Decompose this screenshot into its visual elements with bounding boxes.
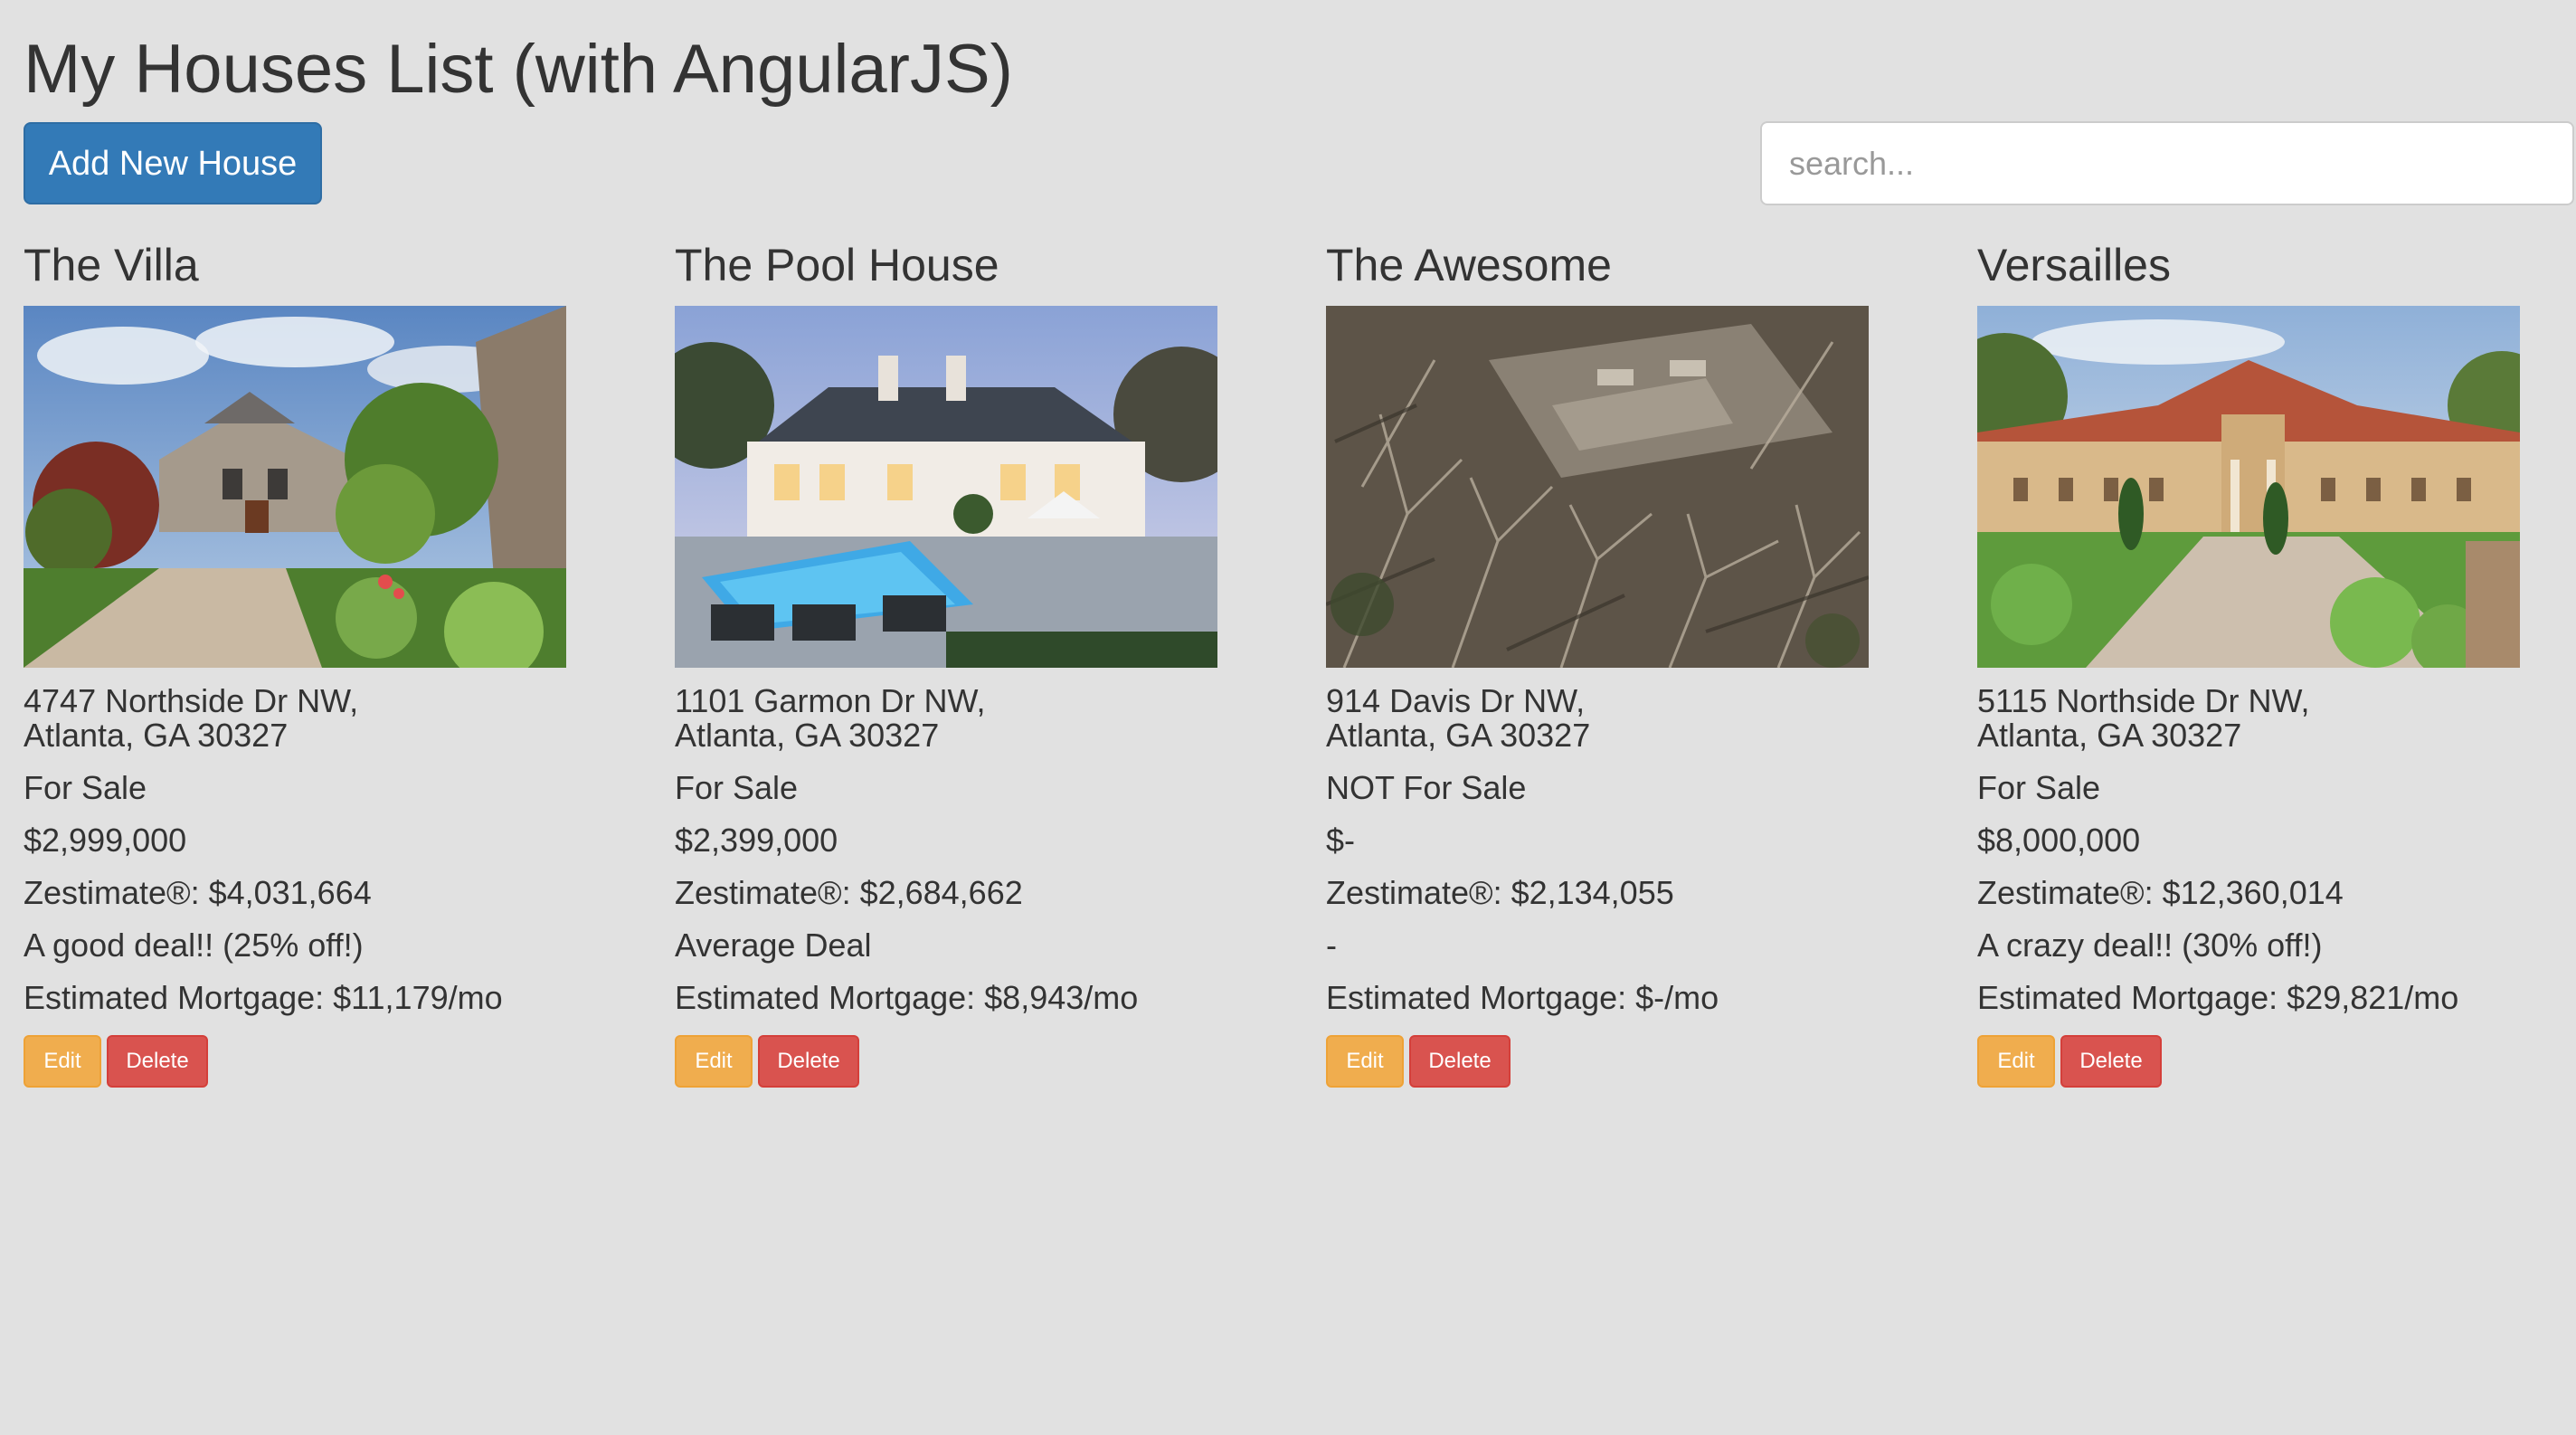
estimated-mortgage: Estimated Mortgage: $29,821/mo (1977, 979, 2459, 1016)
address-line-2: Atlanta, GA 30327 (1977, 717, 2242, 754)
delete-button[interactable]: Delete (107, 1035, 208, 1088)
page-title: My Houses List (with AngularJS) (24, 31, 1013, 108)
delete-button[interactable]: Delete (758, 1035, 859, 1088)
house-photo (1977, 306, 2520, 668)
sale-status: For Sale (24, 769, 147, 806)
address-line-1: 1101 Garmon Dr NW, (675, 682, 986, 719)
deal-rating: - (1326, 927, 1337, 964)
delete-button[interactable]: Delete (2060, 1035, 2162, 1088)
deal-rating: A good deal!! (25% off!) (24, 927, 364, 964)
address-line-2: Atlanta, GA 30327 (675, 717, 940, 754)
house-card: The Pool House 1101 Garmon Dr NW, Atlant… (675, 235, 1308, 1088)
estimated-mortgage: Estimated Mortgage: $8,943/mo (675, 979, 1139, 1016)
sale-status: For Sale (675, 769, 799, 806)
house-photo (24, 306, 566, 668)
price: $2,999,000 (24, 822, 187, 859)
house-title: The Villa (24, 240, 199, 290)
zestimate: Zestimate®: $2,684,662 (675, 874, 1023, 911)
add-new-house-button[interactable]: Add New House (24, 122, 322, 204)
sale-status: NOT For Sale (1326, 769, 1527, 806)
house-card: The Awesome 914 Davis Dr NW, Atlanta, GA… (1326, 235, 1959, 1088)
house-card: Versailles 5115 Northside Dr NW, Atlanta… (1977, 235, 2576, 1088)
edit-button[interactable]: Edit (24, 1035, 101, 1088)
zestimate: Zestimate®: $4,031,664 (24, 874, 372, 911)
address-line-2: Atlanta, GA 30327 (24, 717, 289, 754)
edit-button[interactable]: Edit (1326, 1035, 1404, 1088)
address-line-2: Atlanta, GA 30327 (1326, 717, 1591, 754)
price: $8,000,000 (1977, 822, 2141, 859)
edit-button[interactable]: Edit (1977, 1035, 2055, 1088)
estimated-mortgage: Estimated Mortgage: $-/mo (1326, 979, 1719, 1016)
house-title: The Awesome (1326, 240, 1612, 290)
address-line-1: 5115 Northside Dr NW, (1977, 682, 2310, 719)
search-input[interactable] (1760, 121, 2574, 205)
zestimate: Zestimate®: $12,360,014 (1977, 874, 2344, 911)
house-photo (1326, 306, 1869, 668)
sale-status: For Sale (1977, 769, 2101, 806)
price: $2,399,000 (675, 822, 838, 859)
house-card: The Villa 4747 Northside Dr NW, Atlanta,… (24, 235, 657, 1088)
deal-rating: Average Deal (675, 927, 872, 964)
zestimate: Zestimate®: $2,134,055 (1326, 874, 1674, 911)
house-title: Versailles (1977, 240, 2171, 290)
deal-rating: A crazy deal!! (30% off!) (1977, 927, 2323, 964)
edit-button[interactable]: Edit (675, 1035, 753, 1088)
house-title: The Pool House (675, 240, 999, 290)
delete-button[interactable]: Delete (1409, 1035, 1511, 1088)
price: $- (1326, 822, 1356, 859)
house-photo (675, 306, 1217, 668)
address-line-1: 914 Davis Dr NW, (1326, 682, 1586, 719)
address-line-1: 4747 Northside Dr NW, (24, 682, 359, 719)
estimated-mortgage: Estimated Mortgage: $11,179/mo (24, 979, 503, 1016)
